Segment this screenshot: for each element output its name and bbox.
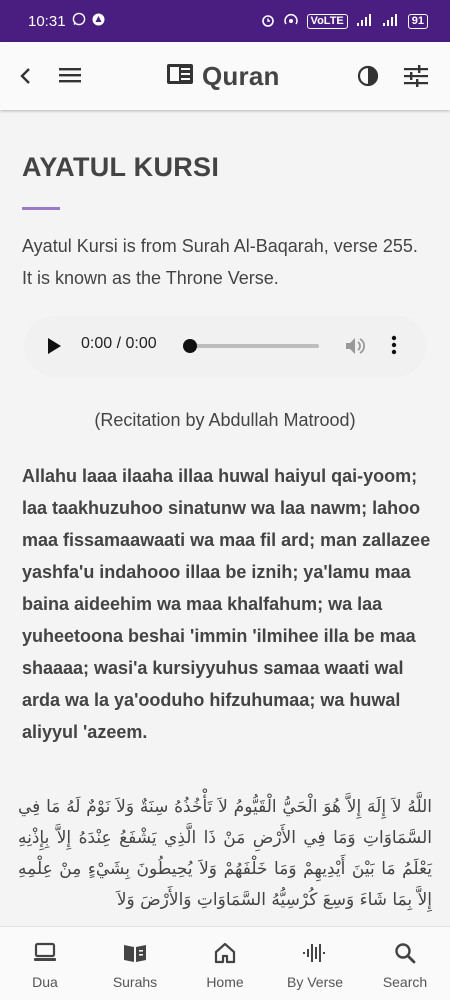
contrast-icon[interactable] [356,64,380,88]
menu-icon[interactable] [58,63,82,87]
nav-item-dua[interactable]: Dua [0,927,90,1000]
nav-label-by-verse: By Verse [286,974,344,990]
audio-progress-handle[interactable] [183,339,197,353]
page-title: AYATUL KURSI [22,152,220,182]
audio-progress-track[interactable] [190,344,319,348]
app-notification-icon [92,13,105,30]
status-time: 10:31 [28,12,66,30]
waveform-icon [302,941,328,965]
audio-time: 0:00 / 0:00 [81,335,157,352]
transliteration-text: Allahu laaa ilaaha illaa huwal haiyul qa… [22,466,431,742]
filter-settings-icon[interactable] [403,64,429,88]
battery-indicator: 91 [407,13,428,29]
volume-icon[interactable] [344,335,366,362]
nav-item-search[interactable]: Search [360,927,450,1000]
hotspot-icon [283,13,299,30]
app-title-group: Quran [166,42,280,110]
alarm-icon [261,13,275,30]
nav-label-dua: Dua [32,974,58,990]
more-options-icon[interactable] [390,334,398,361]
nav-label-surahs: Surahs [112,974,158,990]
book-icon [166,63,194,90]
play-icon[interactable] [48,338,61,354]
network-badge: VoLTE [306,13,348,29]
nav-item-home[interactable]: Home [180,927,270,1000]
nav-label-home: Home [206,974,244,990]
back-arrow-icon[interactable] [14,64,38,88]
signal-5g-icon [382,13,400,29]
status-bar: 10:31 VoLTE 91 [0,0,450,42]
bottom-navigation: Dua Surahs Home By Verse Search [0,926,450,1000]
intro-text: Ayatul Kursi is from Surah Al-Baqarah, v… [22,236,418,288]
nav-label-search: Search [382,974,428,990]
app-title: Quran [202,60,280,91]
arabic-text: اللَّهُ لاَ إِلَهَ إِلاَّ هُوَ الْحَيُّ … [18,797,432,910]
recitation-credit: (Recitation by Abdullah Matrood) [94,410,356,430]
home-icon [213,941,237,965]
open-book-icon [122,941,148,965]
laptop-icon [33,941,57,965]
nav-item-surahs[interactable]: Surahs [90,927,180,1000]
search-icon [394,941,416,965]
whatsapp-icon [72,12,86,30]
audio-player: 0:00 / 0:00 [24,315,426,377]
signal-icon [356,13,374,29]
app-bar: Quran [0,42,450,110]
heading-divider [22,207,60,210]
article-content[interactable]: AYATUL KURSI Ayatul Kursi is from Surah … [0,110,450,926]
nav-item-by-verse[interactable]: By Verse [270,927,360,1000]
